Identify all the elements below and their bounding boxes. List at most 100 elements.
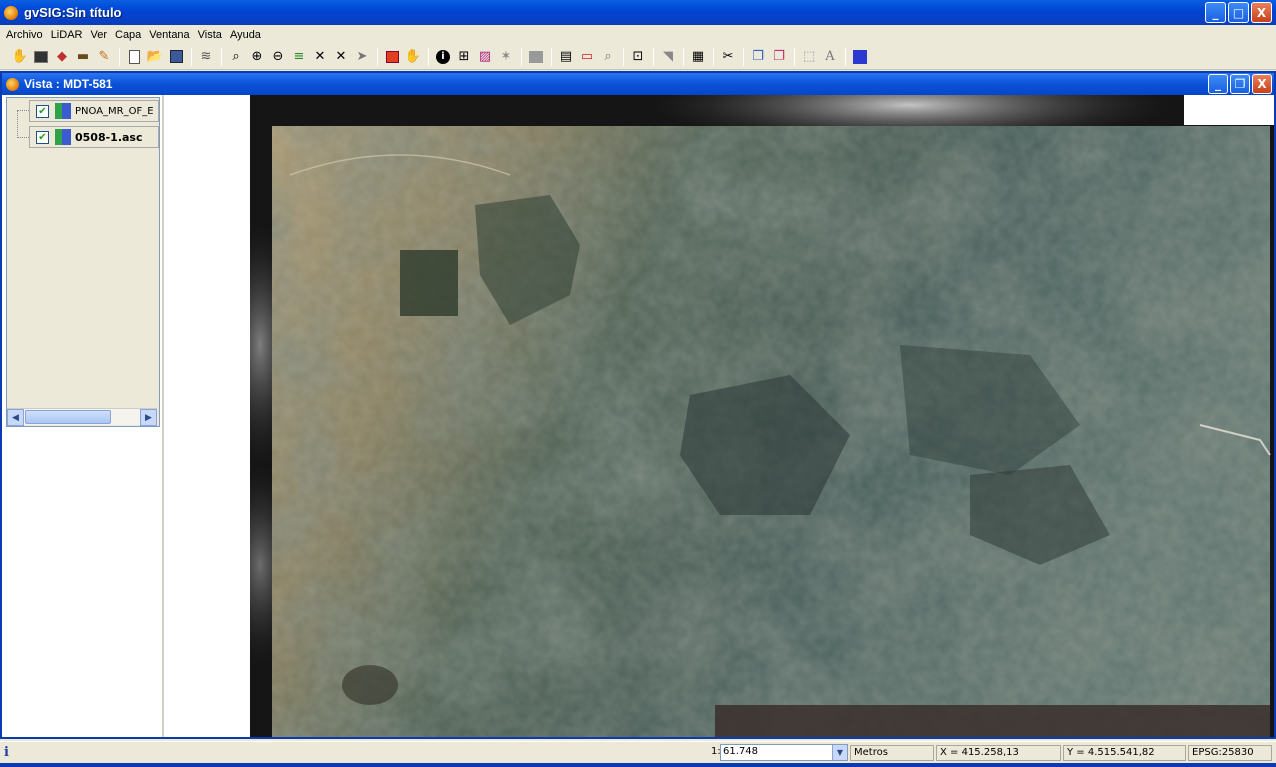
plugin-icon[interactable]: [850, 47, 870, 67]
close-icon: X: [1257, 77, 1267, 91]
toolbar-separator: [428, 47, 429, 66]
zoom-out-icon[interactable]: ⊖: [268, 47, 288, 67]
rectangle-select-icon[interactable]: ▭: [577, 47, 597, 67]
open-folder-icon[interactable]: 📂: [145, 47, 165, 67]
main-toolbar: ✋ ◆ ▬ ✎ 📂 ≋ ⌕ ⊕ ⊖ ≡ ✕ ✕ ➤ ✋ i ⊞ ▨ ✶ ▤ ▭ …: [0, 44, 1276, 70]
epsg-field: EPSG:25830: [1188, 745, 1272, 761]
minimize-icon: _: [1212, 5, 1219, 20]
menu-vista[interactable]: Vista: [194, 29, 226, 41]
y-coordinate: Y = 4.515.541,82: [1067, 747, 1155, 758]
layer-row-pnoa[interactable]: ✔ PNOA_MR_OF_E: [29, 100, 159, 122]
epsg-code: EPSG:25830: [1192, 747, 1254, 758]
layer-checkbox[interactable]: ✔: [36, 130, 49, 144]
toolbar-separator: [551, 47, 552, 66]
chevron-down-icon[interactable]: ▼: [832, 745, 847, 760]
zoom-layer-icon[interactable]: ✕: [310, 47, 330, 67]
gvsig-app-icon: [4, 5, 18, 20]
x-coordinate-field: X = 415.258,13: [936, 745, 1061, 761]
title-bar[interactable]: gvSIG:Sin título _ □ X: [0, 0, 1276, 25]
toc-horizontal-scrollbar[interactable]: ◀ ▶: [7, 408, 157, 426]
toolbar-separator: [743, 47, 744, 66]
minimize-button[interactable]: _: [1205, 2, 1226, 23]
view-restore-button[interactable]: ❐: [1230, 74, 1250, 94]
scroll-right-button[interactable]: ▶: [140, 409, 157, 426]
tools-icon[interactable]: ✂: [718, 47, 738, 67]
raster-layer-icon: [55, 129, 71, 145]
gvsig-window: gvSIG:Sin título _ □ X Archivo LiDAR Ver…: [0, 0, 1276, 767]
star-tool-icon[interactable]: ✶: [496, 47, 516, 67]
zoom-expand-icon[interactable]: ✕: [331, 47, 351, 67]
menu-bar: Archivo LiDAR Ver Capa Ventana Vista Ayu…: [0, 25, 1276, 44]
window-bottom-border: [0, 763, 1276, 767]
view-minimize-button[interactable]: _: [1208, 74, 1228, 94]
pan-hand-icon[interactable]: ✋: [403, 47, 423, 67]
toc-splitter[interactable]: [162, 95, 164, 737]
copy-icon[interactable]: ❐: [748, 47, 768, 67]
paste-icon[interactable]: ❐: [769, 47, 789, 67]
toolbar-separator: [653, 47, 654, 66]
export-icon[interactable]: ⊡: [628, 47, 648, 67]
units-label: Metros: [854, 747, 888, 758]
table-icon[interactable]: ▤: [556, 47, 576, 67]
menu-archivo[interactable]: Archivo: [2, 29, 47, 41]
stack-icon[interactable]: ▬: [73, 47, 93, 67]
toolbar-separator: [713, 47, 714, 66]
full-extent-icon[interactable]: ≡: [289, 47, 309, 67]
toolbar-separator: [221, 47, 222, 66]
toolbar-separator: [521, 47, 522, 66]
previous-zoom-icon[interactable]: ➤: [352, 47, 372, 67]
view-close-button[interactable]: X: [1252, 74, 1272, 94]
terminal-icon[interactable]: [31, 47, 51, 67]
close-icon: X: [1256, 5, 1267, 20]
gray-box-icon[interactable]: [526, 47, 546, 67]
y-coordinate-field: Y = 4.515.541,82: [1063, 745, 1186, 761]
hand-globe-icon[interactable]: ✋: [10, 47, 30, 67]
menu-capa[interactable]: Capa: [111, 29, 145, 41]
info-icon[interactable]: i: [433, 47, 453, 67]
text-icon[interactable]: A: [820, 47, 840, 67]
toolbar-separator: [794, 47, 795, 66]
maximize-button[interactable]: □: [1228, 2, 1249, 23]
dotted-select-icon[interactable]: ⬚: [799, 47, 819, 67]
layers-icon[interactable]: ◆: [52, 47, 72, 67]
polygon-select-icon[interactable]: ⌕: [598, 47, 618, 67]
status-bar: i 1: 61.748 ▼ Metros X = 415.258,13 Y = …: [0, 741, 1276, 763]
area-icon[interactable]: ▨: [475, 47, 495, 67]
raster-layer-icon: [55, 103, 71, 119]
table-of-contents: ✔ PNOA_MR_OF_E ✔ 0508-1.asc ◀ ▶: [6, 97, 160, 427]
toolbar-separator: [623, 47, 624, 66]
paint-icon[interactable]: ✎: [94, 47, 114, 67]
measure-icon[interactable]: ⊞: [454, 47, 474, 67]
toolbar-separator: [191, 47, 192, 66]
map-raster: [250, 95, 1274, 737]
layer-name: PNOA_MR_OF_E: [75, 105, 154, 117]
scroll-left-button[interactable]: ◀: [7, 409, 24, 426]
zoom-in-icon[interactable]: ⊕: [247, 47, 267, 67]
new-document-icon[interactable]: [124, 47, 144, 67]
layer-name: 0508-1.asc: [75, 130, 143, 144]
toolbar-separator: [377, 47, 378, 66]
toolbar-separator: [845, 47, 846, 66]
view-title-bar[interactable]: Vista : MDT-581 _ ❐ X: [2, 73, 1274, 95]
info-icon: i: [4, 745, 9, 760]
layer-manager-icon[interactable]: ≋: [196, 47, 216, 67]
menu-lidar[interactable]: LiDAR: [47, 29, 87, 41]
toolbar-separator: [119, 47, 120, 66]
grid-icon[interactable]: ▦: [688, 47, 708, 67]
menu-ver[interactable]: Ver: [86, 29, 111, 41]
layer-checkbox[interactable]: ✔: [36, 104, 49, 118]
map-canvas[interactable]: [250, 95, 1274, 737]
zoom-select-icon[interactable]: ⌕: [226, 47, 246, 67]
toolbar-separator: [683, 47, 684, 66]
add-layer-icon[interactable]: [382, 47, 402, 67]
brush-icon[interactable]: ◥: [658, 47, 678, 67]
close-button[interactable]: X: [1251, 2, 1272, 23]
menu-ayuda[interactable]: Ayuda: [226, 29, 265, 41]
scroll-thumb[interactable]: [25, 410, 111, 424]
scale-selector[interactable]: 61.748 ▼: [720, 744, 848, 761]
layer-row-0508[interactable]: ✔ 0508-1.asc: [29, 126, 159, 148]
minimize-icon: _: [1215, 77, 1221, 91]
x-coordinate: X = 415.258,13: [940, 747, 1019, 758]
save-icon[interactable]: [166, 47, 186, 67]
menu-ventana[interactable]: Ventana: [145, 29, 193, 41]
